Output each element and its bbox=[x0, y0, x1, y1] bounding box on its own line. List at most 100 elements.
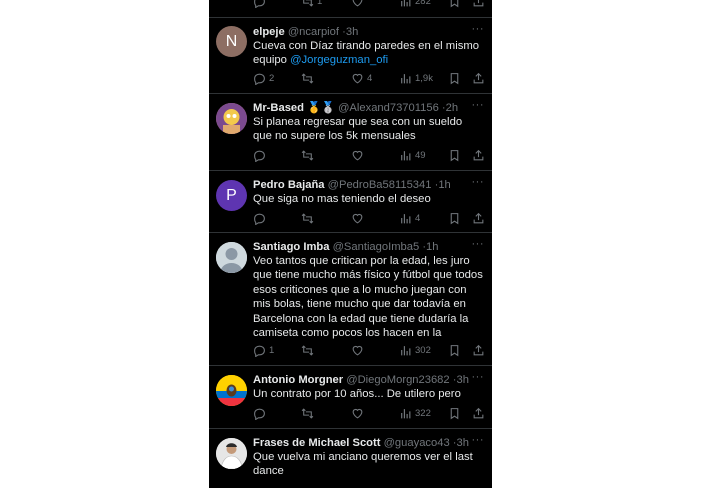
share-icon bbox=[473, 407, 484, 418]
tweet[interactable]: Mr-Based 🥇🥈 @Alexand73701156 ·2h ··· Si … bbox=[209, 94, 492, 171]
reply-icon bbox=[254, 0, 265, 8]
tweet[interactable]: N elpeje @ncarpiof ·3h ··· Cueva con Día… bbox=[209, 18, 492, 94]
reply-button[interactable] bbox=[253, 148, 266, 162]
share-button[interactable] bbox=[472, 0, 485, 8]
handle[interactable]: @DiegoMorgn23682 bbox=[346, 374, 449, 386]
views-icon bbox=[401, 345, 411, 355]
action-bar: 2 4 1,9k bbox=[253, 71, 486, 85]
avatar[interactable] bbox=[216, 242, 247, 273]
avatar[interactable] bbox=[216, 103, 247, 134]
handle[interactable]: @PedroBa58115341 bbox=[328, 179, 432, 191]
retweet-button[interactable]: 1 bbox=[301, 0, 322, 8]
tweet-header: Frases de Michael Scott @guayaco43 ·3h ·… bbox=[253, 436, 484, 450]
bookmark-button[interactable] bbox=[448, 71, 461, 85]
handle[interactable]: @SantiagoImba5 bbox=[333, 241, 420, 253]
avatar[interactable] bbox=[216, 375, 247, 406]
retweet-button[interactable] bbox=[301, 343, 314, 357]
bookmark-button[interactable] bbox=[448, 343, 461, 357]
share-button[interactable] bbox=[472, 148, 485, 162]
share-button[interactable] bbox=[472, 406, 485, 420]
action-bar: 1 302 bbox=[253, 343, 486, 357]
views-button[interactable]: 282 bbox=[399, 0, 431, 8]
tweet[interactable]: Antonio Morgner @DiegoMorgn23682 ·3h ···… bbox=[209, 366, 492, 429]
more-options-button[interactable]: ··· bbox=[472, 25, 485, 36]
reply-button[interactable] bbox=[253, 211, 266, 225]
handle[interactable]: @guayaco43 bbox=[384, 437, 450, 449]
handle[interactable]: @Alexand73701156 bbox=[338, 102, 439, 114]
share-icon bbox=[473, 212, 484, 223]
avatar[interactable]: N bbox=[216, 26, 247, 57]
like-button[interactable] bbox=[351, 0, 364, 8]
more-options-button[interactable]: ··· bbox=[472, 240, 485, 251]
retweet-button[interactable] bbox=[301, 406, 314, 420]
like-button[interactable] bbox=[351, 148, 364, 162]
reply-button[interactable] bbox=[253, 0, 266, 8]
timestamp[interactable]: 3h bbox=[456, 374, 468, 386]
tweet[interactable]: Frases de Michael Scott @guayaco43 ·3h ·… bbox=[209, 429, 492, 488]
like-button[interactable] bbox=[351, 211, 364, 225]
heart-icon bbox=[352, 213, 363, 223]
retweet-icon bbox=[301, 407, 314, 419]
display-name[interactable]: Pedro Bajaña bbox=[253, 179, 325, 191]
share-button[interactable] bbox=[472, 211, 485, 225]
tweet-text: Veo tantos que critican por la edad, les… bbox=[253, 255, 483, 340]
bookmark-icon bbox=[450, 0, 459, 7]
bookmark-button[interactable] bbox=[448, 0, 461, 8]
bookmark-button[interactable] bbox=[448, 148, 461, 162]
share-button[interactable] bbox=[472, 71, 485, 85]
display-name[interactable]: elpeje bbox=[253, 26, 285, 38]
avatar[interactable]: P bbox=[216, 180, 247, 211]
heart-icon bbox=[352, 345, 363, 355]
timestamp[interactable]: 1h bbox=[426, 241, 438, 253]
timestamp[interactable]: 2h bbox=[446, 102, 458, 114]
views-count: 302 bbox=[415, 344, 431, 356]
display-name[interactable]: Santiago Imba bbox=[253, 241, 329, 253]
retweet-button[interactable] bbox=[301, 71, 317, 85]
timestamp[interactable]: 3h bbox=[346, 26, 358, 38]
views-button[interactable]: 4 bbox=[399, 211, 420, 225]
tweet-text: Que siga no mas teniendo el deseo bbox=[253, 193, 431, 205]
timestamp[interactable]: 3h bbox=[457, 437, 469, 449]
avatar[interactable] bbox=[216, 438, 247, 469]
views-button[interactable]: 49 bbox=[399, 148, 426, 162]
views-button[interactable]: 322 bbox=[399, 406, 431, 420]
reply-button[interactable]: 2 bbox=[253, 71, 274, 85]
retweet-button[interactable] bbox=[301, 148, 314, 162]
retweet-button[interactable] bbox=[301, 211, 314, 225]
like-button[interactable] bbox=[351, 343, 364, 357]
retweet-icon bbox=[301, 72, 314, 84]
more-options-button[interactable]: ··· bbox=[472, 373, 485, 384]
bookmark-button[interactable] bbox=[448, 211, 461, 225]
more-options-button[interactable]: ··· bbox=[472, 101, 485, 112]
default-avatar-icon bbox=[216, 242, 247, 273]
reply-button[interactable] bbox=[253, 406, 266, 420]
phone-screen: 1 282 N elpeje @ncarpiof ·3h ··· Cueva c… bbox=[209, 0, 492, 488]
display-name[interactable]: Frases de Michael Scott bbox=[253, 437, 380, 449]
tweet-text: Cueva con Díaz tirando paredes en el mis… bbox=[253, 39, 484, 68]
reply-button[interactable]: 1 bbox=[253, 343, 274, 357]
retweet-icon bbox=[301, 344, 314, 356]
display-name[interactable]: Mr-Based bbox=[253, 102, 304, 114]
share-icon bbox=[473, 149, 484, 160]
mention-link[interactable]: @Jorgeguzman_ofi bbox=[290, 54, 388, 66]
views-count: 282 bbox=[415, 0, 431, 7]
timestamp[interactable]: 1h bbox=[438, 179, 450, 191]
heart-icon bbox=[352, 0, 363, 6]
display-name[interactable]: Antonio Morgner bbox=[253, 374, 343, 386]
reply-icon bbox=[254, 213, 265, 225]
retweet-icon bbox=[301, 212, 314, 224]
more-options-button[interactable]: ··· bbox=[472, 436, 485, 447]
like-button[interactable]: 4 bbox=[351, 71, 372, 85]
reply-icon bbox=[254, 73, 265, 85]
heart-icon bbox=[352, 73, 363, 83]
tweet[interactable]: P Pedro Bajaña @PedroBa58115341 ·1h ··· … bbox=[209, 171, 492, 233]
like-button[interactable] bbox=[351, 406, 364, 420]
share-button[interactable] bbox=[472, 343, 485, 357]
tweet[interactable]: Santiago Imba @SantiagoImba5 ·1h ··· Veo… bbox=[209, 233, 492, 366]
bookmark-button[interactable] bbox=[448, 406, 461, 420]
handle[interactable]: @ncarpiof bbox=[288, 26, 339, 38]
views-button[interactable]: 1,9k bbox=[399, 71, 433, 85]
bookmark-icon bbox=[450, 72, 459, 84]
views-button[interactable]: 302 bbox=[399, 343, 431, 357]
more-options-button[interactable]: ··· bbox=[472, 178, 485, 189]
